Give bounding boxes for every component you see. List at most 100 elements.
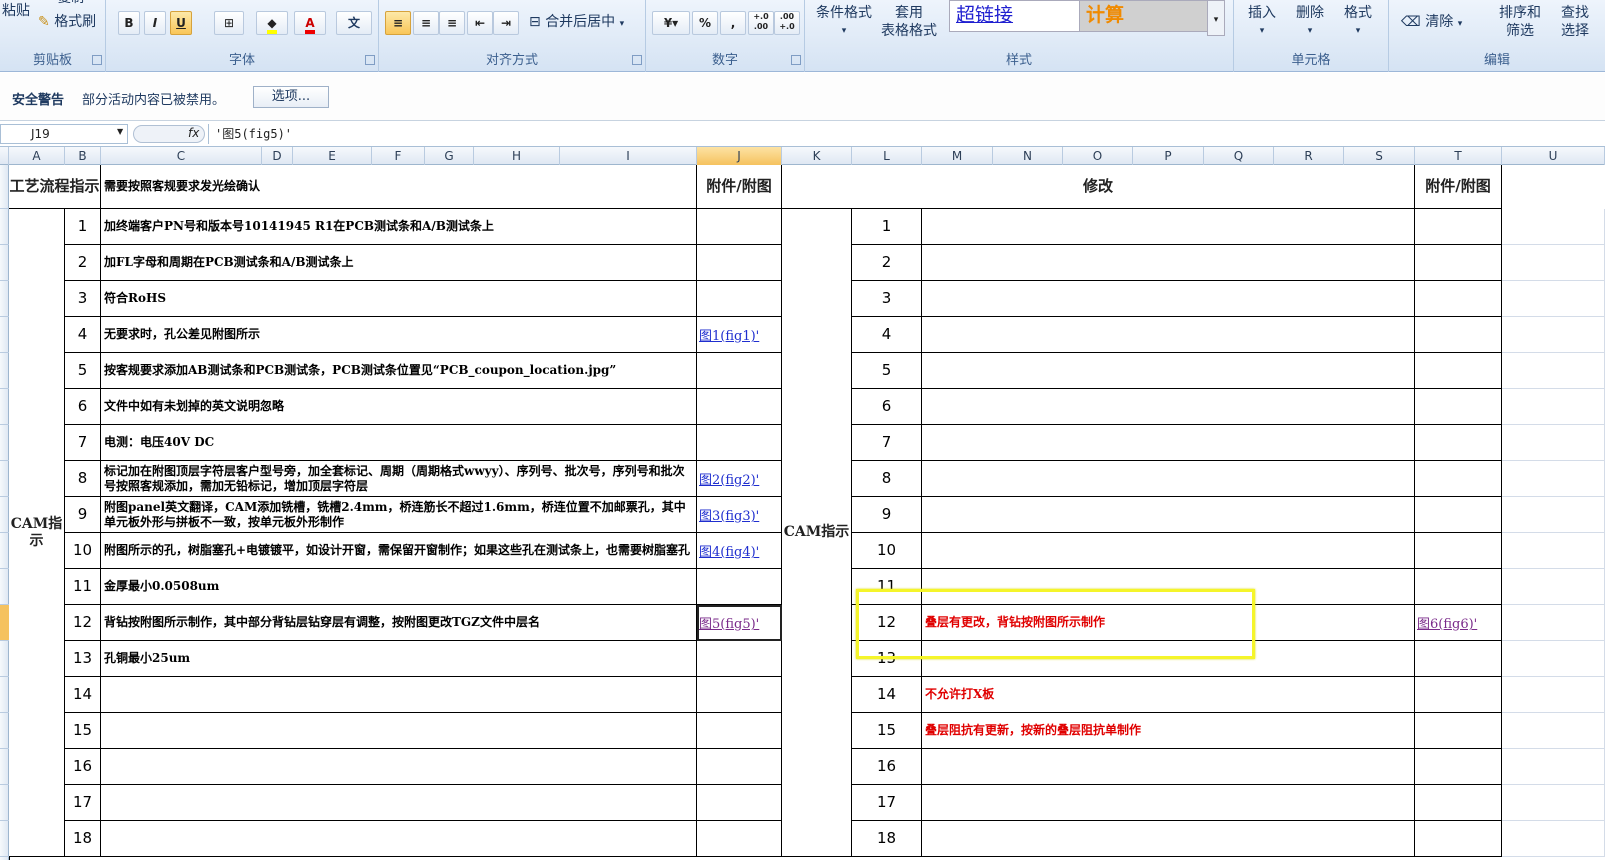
- cam-group-label-right[interactable]: CAM指示: [782, 209, 852, 857]
- instruction-cell[interactable]: 背钻按附图所示制作，其中部分背钻层钻穿层有调整，按附图更改TGZ文件中层名: [101, 605, 697, 641]
- modify-cell[interactable]: [922, 353, 1415, 389]
- instruction-cell[interactable]: 文件中如有未划掉的英文说明忽略: [101, 389, 697, 425]
- insert-button[interactable]: 插入 ▾: [1240, 4, 1284, 40]
- empty-cell[interactable]: [1502, 641, 1605, 677]
- instruction-cell[interactable]: 标记加在附图顶层字符层客户型号旁，加全套标记、周期（周期格式wwyy）、序列号、…: [101, 461, 697, 497]
- empty-cell[interactable]: [1502, 605, 1605, 641]
- column-header-r[interactable]: R: [1274, 147, 1344, 165]
- modify-row-number[interactable]: 7: [852, 425, 922, 461]
- row-number[interactable]: 2: [65, 245, 101, 281]
- accounting-format-button[interactable]: ¥▾: [652, 11, 690, 35]
- paste-button[interactable]: 粘贴: [2, 0, 30, 22]
- row-header[interactable]: [0, 281, 9, 317]
- conditional-format-button[interactable]: 条件格式 ▾: [809, 4, 879, 40]
- comma-button[interactable]: ,: [720, 11, 746, 35]
- attachment-link[interactable]: [697, 713, 782, 749]
- modify-cell[interactable]: 叠层阻抗有更新，按新的叠层阻抗单制作: [922, 713, 1415, 749]
- row-header[interactable]: [0, 821, 9, 857]
- instruction-cell[interactable]: 金厚最小0.0508um: [101, 569, 697, 605]
- sort-filter-button[interactable]: 排序和 筛选: [1489, 4, 1551, 40]
- empty-cell[interactable]: [1502, 533, 1605, 569]
- column-header-j[interactable]: J: [697, 147, 782, 165]
- empty-cell[interactable]: [1502, 209, 1605, 245]
- empty-cell[interactable]: [1502, 389, 1605, 425]
- format-button[interactable]: 格式 ▾: [1336, 4, 1380, 40]
- row-header[interactable]: [0, 317, 9, 353]
- row-number[interactable]: 6: [65, 389, 101, 425]
- row-number[interactable]: 8: [65, 461, 101, 497]
- format-painter-button[interactable]: ✎ 格式刷: [38, 11, 96, 33]
- decrease-indent-button[interactable]: ⇤: [467, 11, 493, 35]
- empty-cell[interactable]: [1502, 281, 1605, 317]
- modify-attachment-link[interactable]: [1415, 461, 1502, 497]
- modify-cell[interactable]: [922, 425, 1415, 461]
- modify-row-number[interactable]: 15: [852, 713, 922, 749]
- modify-row-number[interactable]: 16: [852, 749, 922, 785]
- modify-cell[interactable]: [922, 785, 1415, 821]
- row-header[interactable]: [0, 497, 9, 533]
- row-number[interactable]: 11: [65, 569, 101, 605]
- column-header-p[interactable]: P: [1133, 147, 1204, 165]
- column-header-e[interactable]: E: [293, 147, 372, 165]
- select-all-corner[interactable]: [0, 147, 9, 165]
- attachment-link[interactable]: 图5(fig5)': [697, 605, 782, 641]
- row-number[interactable]: 15: [65, 713, 101, 749]
- column-header-f[interactable]: F: [372, 147, 425, 165]
- modify-cell[interactable]: [922, 389, 1415, 425]
- row-header[interactable]: [0, 209, 9, 245]
- border-button[interactable]: ⊞: [214, 11, 244, 35]
- hyperlink-style[interactable]: 超链接: [949, 0, 1085, 32]
- column-header-s[interactable]: S: [1344, 147, 1415, 165]
- modify-attachment-link[interactable]: [1415, 425, 1502, 461]
- row-header[interactable]: [0, 641, 9, 677]
- fill-color-button[interactable]: ◆: [256, 11, 288, 35]
- attachment-link[interactable]: [697, 641, 782, 677]
- decrease-decimal-button[interactable]: .00 +.0: [774, 11, 800, 35]
- instruction-cell[interactable]: [101, 677, 697, 713]
- attachment-link[interactable]: [697, 425, 782, 461]
- row-number[interactable]: 17: [65, 785, 101, 821]
- column-header-d[interactable]: D: [262, 147, 293, 165]
- empty-cell[interactable]: [1502, 749, 1605, 785]
- row-number[interactable]: 4: [65, 317, 101, 353]
- row-header[interactable]: [0, 677, 9, 713]
- copy-button[interactable]: 复制: [58, 0, 84, 10]
- instruction-cell[interactable]: 符合RoHS: [101, 281, 697, 317]
- empty-cell[interactable]: [1502, 245, 1605, 281]
- attachment-link[interactable]: [697, 353, 782, 389]
- italic-button[interactable]: I: [144, 11, 166, 35]
- process-header[interactable]: 工艺流程指示: [9, 165, 101, 209]
- clipboard-dialog-launcher[interactable]: [92, 55, 102, 65]
- attachment-link[interactable]: [697, 749, 782, 785]
- attachment-link[interactable]: [697, 569, 782, 605]
- row-header[interactable]: [0, 461, 9, 497]
- modify-row-number[interactable]: 8: [852, 461, 922, 497]
- modify-attachment-link[interactable]: [1415, 209, 1502, 245]
- instruction-cell[interactable]: 附图所示的孔，树脂塞孔+电镀镀平，如设计开窗，需保留开窗制作；如果这些孔在测试条…: [101, 533, 697, 569]
- modify-attachment-link[interactable]: [1415, 713, 1502, 749]
- row-number[interactable]: 13: [65, 641, 101, 677]
- row-header[interactable]: [0, 785, 9, 821]
- modify-row-number[interactable]: 5: [852, 353, 922, 389]
- modify-row-number[interactable]: 2: [852, 245, 922, 281]
- modify-cell[interactable]: [922, 533, 1415, 569]
- modify-row-number[interactable]: 3: [852, 281, 922, 317]
- row-number[interactable]: 12: [65, 605, 101, 641]
- attachment-link[interactable]: [697, 389, 782, 425]
- modify-row-number[interactable]: 4: [852, 317, 922, 353]
- column-header-k[interactable]: K: [782, 147, 852, 165]
- modify-attachment-link[interactable]: [1415, 281, 1502, 317]
- format-as-table-button[interactable]: 套用 表格格式: [871, 4, 947, 40]
- font-color-button[interactable]: A: [294, 11, 326, 35]
- empty-cell[interactable]: [1502, 425, 1605, 461]
- modify-row-number[interactable]: 10: [852, 533, 922, 569]
- column-header-c[interactable]: C: [101, 147, 262, 165]
- empty-cell[interactable]: [1502, 713, 1605, 749]
- instruction-cell[interactable]: 附图panel英文翻译，CAM添加铣槽，铣槽2.4mm，桥连筋长不超过1.6mm…: [101, 497, 697, 533]
- column-header-b[interactable]: B: [65, 147, 101, 165]
- row-header[interactable]: [0, 389, 9, 425]
- styles-scroll[interactable]: ▾: [1207, 0, 1225, 36]
- empty-cell[interactable]: [1502, 569, 1605, 605]
- column-header-u[interactable]: U: [1502, 147, 1605, 165]
- modify-cell[interactable]: 不允许打X板: [922, 677, 1415, 713]
